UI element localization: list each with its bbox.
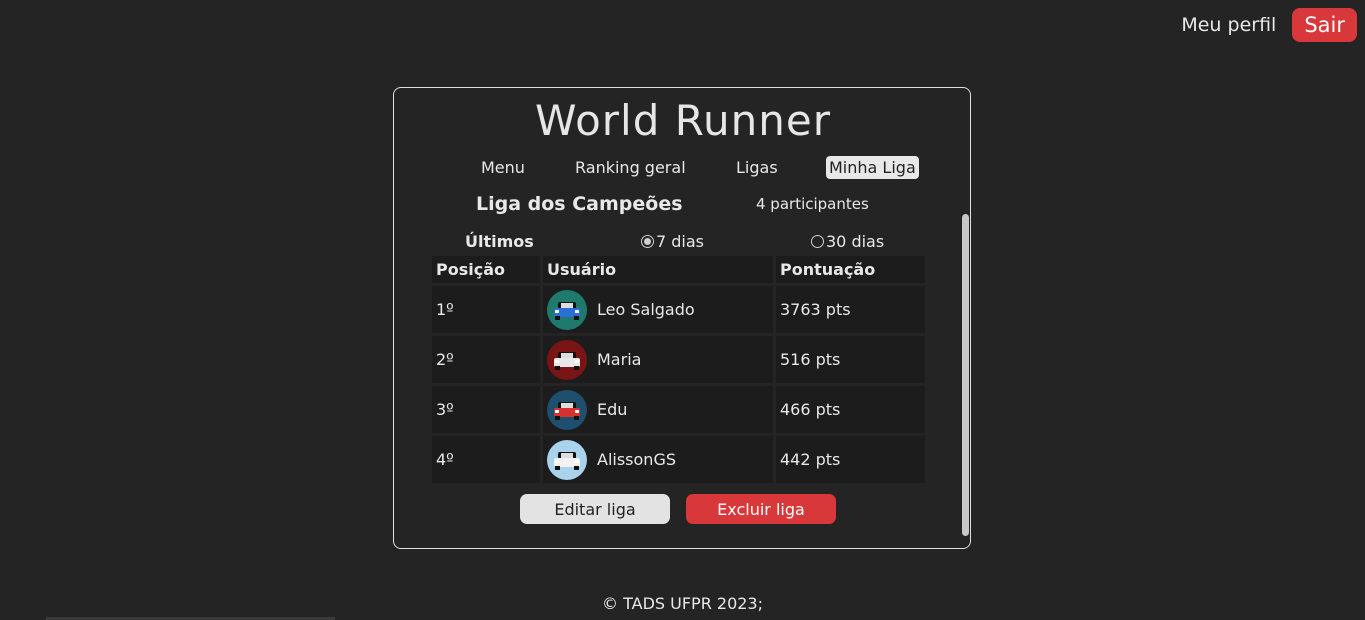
position-cell: 1º [432,286,540,333]
score-cell: 466 pts [776,386,925,433]
participants-count: 4 participantes [756,195,869,213]
header-score: Pontuação [776,256,925,283]
position-cell: 2º [432,336,540,383]
nav-item-menu[interactable]: Menu [478,156,528,179]
avatar [547,389,587,430]
user-cell: Edu [543,386,773,433]
position-cell: 3º [432,386,540,433]
car-icon [554,301,580,320]
position-cell: 4º [432,436,540,483]
exit-button[interactable]: Sair [1292,8,1357,42]
user-cell: AlissonGS [543,436,773,483]
score-cell: 516 pts [776,336,925,383]
nav-item-minha-liga[interactable]: Minha Liga [826,156,919,179]
table-header-row: Posição Usuário Pontuação [432,256,925,283]
period-30-days-option[interactable]: 30 dias [811,232,884,251]
league-card: World Runner Menu Ranking geral Ligas Mi… [393,87,971,549]
league-name: Liga dos Campeões [476,193,683,215]
profile-link[interactable]: Meu perfil [1181,14,1276,36]
app-title: World Runner [535,96,831,145]
radio-7-days[interactable] [641,235,654,248]
period-label: Últimos [465,232,534,251]
avatar [547,439,587,480]
ranking-table: Posição Usuário Pontuação 1º Leo Salgado 3… [432,256,925,486]
car-icon [554,351,580,370]
car-icon [554,451,580,470]
avatar [547,339,587,380]
top-bar: Meu perfil Sair [1181,8,1357,42]
user-name: Maria [597,350,642,369]
table-row: 4º AlissonGS 442 pts [432,436,925,483]
radio-30-days[interactable] [811,235,824,248]
period-7-days-option[interactable]: 7 dias [641,232,704,251]
table-body: 1º Leo Salgado 3763 pts 2º Maria 516 pts 3º Edu… [432,286,925,483]
edit-league-button[interactable]: Editar liga [520,494,670,524]
footer-text: © TADS UFPR 2023; [602,594,763,613]
table-row: 1º Leo Salgado 3763 pts [432,286,925,333]
score-cell: 442 pts [776,436,925,483]
period-7-days-label: 7 dias [656,232,705,251]
user-cell: Leo Salgado [543,286,773,333]
score-cell: 3763 pts [776,286,925,333]
user-name: Edu [597,400,628,419]
period-30-days-label: 30 dias [826,232,885,251]
header-position: Posição [432,256,540,283]
delete-league-button[interactable]: Excluir liga [686,494,836,524]
nav-item-ranking-geral[interactable]: Ranking geral [572,156,689,179]
nav-item-ligas[interactable]: Ligas [733,156,781,179]
table-row: 2º Maria 516 pts [432,336,925,383]
avatar [547,289,587,330]
header-user: Usuário [543,256,773,283]
user-name: AlissonGS [597,450,676,469]
scrollbar[interactable] [962,214,969,536]
table-row: 3º Edu 466 pts [432,386,925,433]
user-name: Leo Salgado [597,300,695,319]
user-cell: Maria [543,336,773,383]
car-icon [554,401,580,420]
